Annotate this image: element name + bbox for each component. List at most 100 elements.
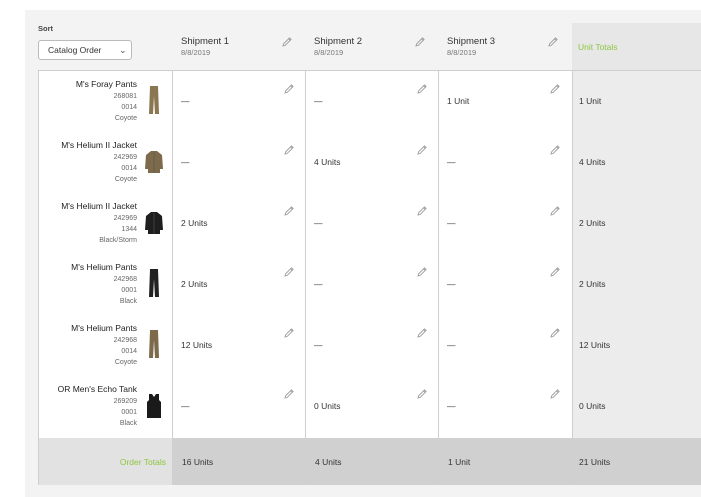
shipment-quantity-cell[interactable]: 2 Units xyxy=(172,193,305,255)
edit-quantity-pencil-icon[interactable] xyxy=(416,327,428,339)
product-cell: OR Men's Echo Tank 269209 0001 Black xyxy=(39,376,172,438)
shipment-quantity-cell[interactable]: — xyxy=(438,193,571,255)
table-row: M's Helium Pants 242968 0014 Coyote 12 Units… xyxy=(39,315,701,377)
quantity-value: 2 Units xyxy=(181,279,208,289)
edit-quantity-pencil-icon[interactable] xyxy=(549,205,561,217)
product-color-code: 0001 xyxy=(121,287,137,294)
sort-label: Sort xyxy=(38,24,53,33)
shipment-quantity-cell[interactable]: — xyxy=(305,193,438,255)
edit-shipment-pencil-icon[interactable] xyxy=(281,36,293,48)
shipment-3-total: 1 Unit xyxy=(448,457,471,467)
unit-total-value: 2 Units xyxy=(579,218,606,228)
edit-quantity-pencil-icon[interactable] xyxy=(549,83,561,95)
edit-quantity-pencil-icon[interactable] xyxy=(549,144,561,156)
table-row: M's Helium II Jacket 242969 1344 Black/Stor… xyxy=(39,193,701,255)
edit-quantity-pencil-icon[interactable] xyxy=(549,388,561,400)
product-sku: 269209 xyxy=(113,398,137,405)
shipment-quantity-cell[interactable]: — xyxy=(438,132,571,194)
unit-total-cell: 12 Units xyxy=(573,315,701,377)
product-thumbnail xyxy=(144,206,164,238)
shipment-date: 8/8/2019 xyxy=(314,48,344,57)
table-row: M's Helium Pants 242968 0001 Black 2 Units — —… xyxy=(39,254,701,316)
product-thumbnail xyxy=(144,389,164,421)
edit-quantity-pencil-icon[interactable] xyxy=(416,205,428,217)
shipment-1-total: 16 Units xyxy=(182,457,214,467)
product-cell: M's Helium Pants 242968 0014 Coyote xyxy=(39,315,172,377)
shipment-quantity-cell[interactable]: — xyxy=(438,376,571,438)
product-name: M's Helium II Jacket xyxy=(61,201,137,211)
quantity-value: — xyxy=(447,340,456,350)
unit-total-value: 2 Units xyxy=(579,279,606,289)
edit-shipment-pencil-icon[interactable] xyxy=(414,36,426,48)
product-thumbnail xyxy=(144,145,164,177)
shipment-grid-panel: Sort Catalog Order ⌄ Shipment 1 8/8/2019… xyxy=(25,10,701,497)
product-color-name: Coyote xyxy=(114,176,137,183)
product-sku: 242969 xyxy=(113,215,137,222)
shipment-quantity-cell[interactable]: — xyxy=(305,71,438,133)
edit-quantity-pencil-icon[interactable] xyxy=(283,327,295,339)
shipment-2-header: Shipment 2 8/8/2019 xyxy=(305,10,438,70)
product-cell: M's Helium II Jacket 242969 1344 Black/Stor… xyxy=(39,193,172,255)
edit-quantity-pencil-icon[interactable] xyxy=(283,144,295,156)
product-name: M's Helium Pants xyxy=(71,323,137,333)
unit-totals-header: Unit Totals xyxy=(572,23,701,70)
product-color-name: Coyote xyxy=(114,115,137,122)
product-cell: M's Helium II Jacket 242969 0014 Coyote xyxy=(39,132,172,194)
shipment-quantity-cell[interactable]: — xyxy=(305,315,438,377)
quantity-value: 12 Units xyxy=(181,340,213,350)
edit-quantity-pencil-icon[interactable] xyxy=(283,266,295,278)
quantity-value: — xyxy=(447,157,456,167)
shipment-quantity-cell[interactable]: 2 Units xyxy=(172,254,305,316)
edit-quantity-pencil-icon[interactable] xyxy=(549,266,561,278)
unit-total-value: 0 Units xyxy=(579,401,606,411)
shipment-title: Shipment 2 xyxy=(314,36,363,47)
product-color-code: 0014 xyxy=(121,104,137,111)
edit-quantity-pencil-icon[interactable] xyxy=(549,327,561,339)
product-cell: M's Helium Pants 242968 0001 Black xyxy=(39,254,172,316)
shipment-quantity-cell[interactable]: 0 Units xyxy=(305,376,438,438)
shipment-quantity-cell[interactable]: — xyxy=(172,71,305,133)
quantity-value: — xyxy=(181,157,190,167)
sort-selected-value: Catalog Order xyxy=(48,45,102,55)
edit-quantity-pencil-icon[interactable] xyxy=(416,266,428,278)
quantity-value: — xyxy=(181,401,190,411)
unit-total-cell: 4 Units xyxy=(573,132,701,194)
edit-quantity-pencil-icon[interactable] xyxy=(283,83,295,95)
edit-quantity-pencil-icon[interactable] xyxy=(416,388,428,400)
sort-header: Sort Catalog Order ⌄ xyxy=(25,10,172,70)
product-thumbnail xyxy=(144,84,164,116)
shipment-quantity-cell[interactable]: — xyxy=(438,254,571,316)
product-color-name: Black xyxy=(119,298,137,305)
shipment-quantity-cell[interactable]: — xyxy=(172,376,305,438)
product-color-code: 0014 xyxy=(121,348,137,355)
shipment-2-total: 4 Units xyxy=(315,457,342,467)
product-name: M's Foray Pants xyxy=(75,79,137,89)
shipment-quantity-cell[interactable]: — xyxy=(172,132,305,194)
product-color-name: Black xyxy=(119,420,137,427)
edit-quantity-pencil-icon[interactable] xyxy=(416,83,428,95)
shipment-quantity-cell[interactable]: 12 Units xyxy=(172,315,305,377)
product-color-name: Black/Storm xyxy=(99,237,137,244)
quantity-value: — xyxy=(314,96,323,106)
unit-total-cell: 0 Units xyxy=(573,376,701,438)
edit-shipment-pencil-icon[interactable] xyxy=(547,36,559,48)
product-thumbnail xyxy=(144,328,164,360)
unit-total-cell: 2 Units xyxy=(573,193,701,255)
edit-quantity-pencil-icon[interactable] xyxy=(283,388,295,400)
sort-dropdown[interactable]: Catalog Order ⌄ xyxy=(38,40,132,60)
edit-quantity-pencil-icon[interactable] xyxy=(416,144,428,156)
edit-quantity-pencil-icon[interactable] xyxy=(283,205,295,217)
shipment-quantity-cell[interactable]: 4 Units xyxy=(305,132,438,194)
shipment-quantity-cell[interactable]: 1 Unit xyxy=(438,71,571,133)
quantity-value: — xyxy=(314,218,323,228)
column-divider xyxy=(572,71,573,485)
product-color-code: 1344 xyxy=(121,226,137,233)
order-totals-row: Order Totals 16 Units 4 Units 1 Unit 21 … xyxy=(39,438,701,485)
unit-total-value: 12 Units xyxy=(579,340,611,350)
quantity-value: — xyxy=(314,340,323,350)
shipment-quantity-cell[interactable]: — xyxy=(305,254,438,316)
shipment-3-header: Shipment 3 8/8/2019 xyxy=(438,10,572,70)
shipment-quantity-cell[interactable]: — xyxy=(438,315,571,377)
product-color-code: 0001 xyxy=(121,409,137,416)
quantity-value: — xyxy=(447,401,456,411)
